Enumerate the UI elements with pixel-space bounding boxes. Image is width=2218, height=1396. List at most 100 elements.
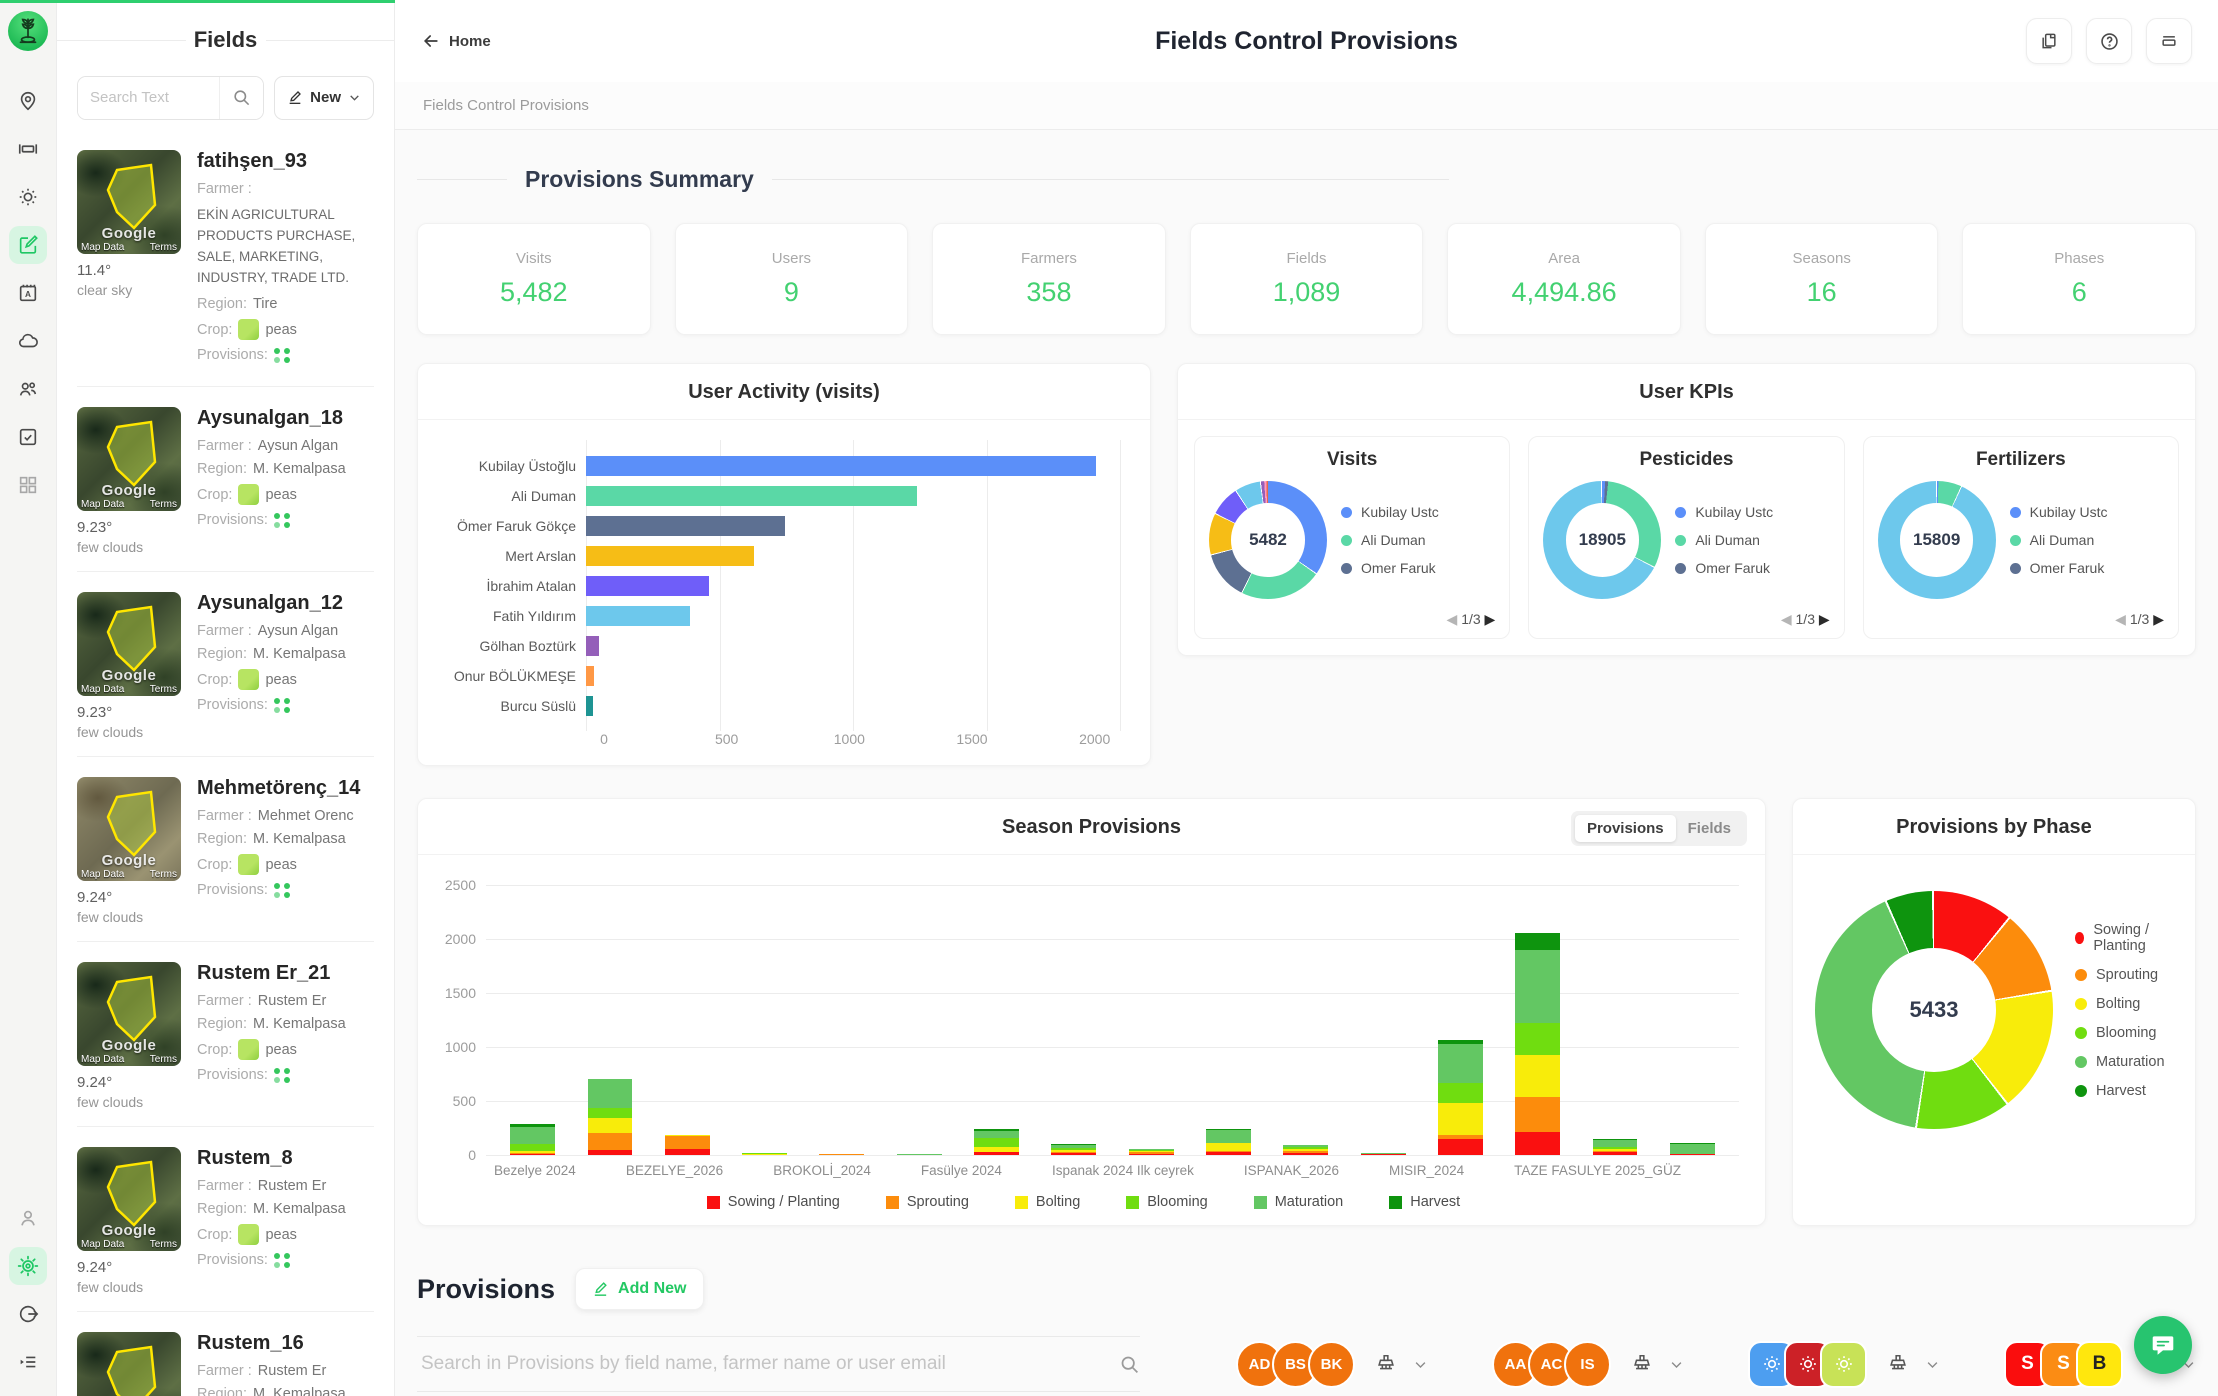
gear-icon bbox=[17, 1255, 39, 1277]
add-new-button[interactable]: Add New bbox=[575, 1268, 703, 1310]
legend-dot bbox=[1675, 563, 1686, 574]
clear-filter-button[interactable] bbox=[1631, 1353, 1653, 1375]
rail-button-provisions[interactable] bbox=[9, 226, 47, 264]
activity-bar-label: Onur BÖLÜKMEŞE bbox=[436, 668, 586, 684]
field-card[interactable]: GoogleMap DataTerms9.24°few cloudsRustem… bbox=[77, 942, 374, 1127]
field-farmer-row: Farmer :Aysun Algan bbox=[197, 438, 374, 454]
field-provisions-row: Provisions: bbox=[197, 512, 374, 528]
filter-chevron-button[interactable] bbox=[1413, 1357, 1428, 1372]
map-terms-link[interactable]: Terms bbox=[150, 1239, 177, 1250]
filter-chevron-button[interactable] bbox=[1925, 1357, 1940, 1372]
field-info: Rustem_8Farmer :Rustem ErRegion:M. Kemal… bbox=[197, 1147, 374, 1295]
pager-next-icon[interactable]: ▶ bbox=[2153, 611, 2164, 627]
field-farmer-row: Farmer : bbox=[197, 181, 374, 197]
fields-search-button[interactable] bbox=[219, 77, 263, 119]
map-watermark: Google bbox=[77, 1037, 181, 1054]
field-card[interactable]: GoogleMap DataTerms9.24°few cloudsMehmet… bbox=[77, 757, 374, 942]
clear-filter-button[interactable] bbox=[1375, 1353, 1397, 1375]
map-terms-link[interactable]: Terms bbox=[150, 869, 177, 880]
season-bar-segment bbox=[897, 1154, 942, 1155]
legend-item: Kubilay Ustc bbox=[1675, 504, 1829, 520]
rail-button-apps[interactable] bbox=[9, 466, 47, 504]
legend-dot bbox=[2010, 507, 2021, 518]
season-bars bbox=[486, 885, 1739, 1155]
rail-button-panorama[interactable] bbox=[9, 130, 47, 168]
layout-toggle-button[interactable] bbox=[2146, 18, 2192, 64]
pager-next-icon[interactable]: ▶ bbox=[1819, 611, 1830, 627]
field-map-thumbnail: GoogleMap DataTerms bbox=[77, 407, 181, 511]
toggle-provisions[interactable]: Provisions bbox=[1575, 815, 1676, 842]
legend-item: Kubilay Ustc bbox=[1341, 504, 1495, 520]
new-field-button[interactable]: New bbox=[274, 76, 374, 120]
provisions-dots-icon bbox=[274, 513, 291, 528]
field-provisions-row: Provisions: bbox=[197, 697, 374, 713]
filter-avatar[interactable]: B bbox=[2076, 1341, 2123, 1388]
rail-button-collapse[interactable] bbox=[9, 1343, 47, 1381]
rail-button-profile[interactable] bbox=[9, 1199, 47, 1237]
kpi-pagination: ◀ 1/3 ▶ bbox=[1209, 611, 1495, 628]
rail-button-cloud[interactable] bbox=[9, 322, 47, 360]
rail-button-team[interactable] bbox=[9, 370, 47, 408]
season-bar-column bbox=[1267, 885, 1344, 1155]
fields-search-input[interactable] bbox=[78, 77, 219, 119]
pager-next-icon[interactable]: ▶ bbox=[1485, 611, 1496, 627]
help-icon bbox=[2099, 31, 2120, 52]
rail-button-settings[interactable] bbox=[9, 1247, 47, 1285]
season-bar-segment bbox=[1361, 1154, 1406, 1155]
pager-prev-icon[interactable]: ◀ bbox=[1447, 611, 1458, 627]
filter-chevron-button[interactable] bbox=[1669, 1357, 1684, 1372]
map-attribution: Map DataTerms bbox=[81, 242, 177, 253]
filter-avatar-sun[interactable] bbox=[1820, 1341, 1867, 1388]
crop-label: Crop: bbox=[197, 1042, 232, 1058]
pager-prev-icon[interactable]: ◀ bbox=[2115, 611, 2126, 627]
pager-prev-icon[interactable]: ◀ bbox=[1781, 611, 1792, 627]
rail-button-tasks[interactable] bbox=[9, 418, 47, 456]
help-button[interactable] bbox=[2086, 18, 2132, 64]
legend-label: Sowing / Planting bbox=[728, 1194, 840, 1210]
rail-button-location[interactable] bbox=[9, 82, 47, 120]
region-value: Tire bbox=[253, 296, 277, 312]
legend-label: Omer Faruk bbox=[1361, 560, 1436, 576]
sun-icon bbox=[17, 186, 39, 208]
clear-filter-button[interactable] bbox=[1887, 1353, 1909, 1375]
breadcrumb[interactable]: Fields Control Provisions bbox=[395, 82, 2218, 130]
season-bar-segment bbox=[1515, 950, 1560, 1023]
filter-avatar[interactable]: IS bbox=[1564, 1341, 1611, 1388]
cloud-icon bbox=[17, 330, 39, 352]
map-terms-link[interactable]: Terms bbox=[150, 684, 177, 695]
field-card[interactable]: GoogleMap DataTerms9.24°few cloudsRustem… bbox=[77, 1312, 374, 1396]
stat-label: Visits bbox=[516, 250, 552, 267]
legend-item: Blooming bbox=[1126, 1194, 1207, 1210]
map-terms-link[interactable]: Terms bbox=[150, 1054, 177, 1065]
toggle-fields[interactable]: Fields bbox=[1676, 815, 1743, 842]
field-card[interactable]: GoogleMap DataTerms9.23°few cloudsAysuna… bbox=[77, 572, 374, 757]
clear-filter-icon bbox=[1375, 1353, 1397, 1375]
rail-button-logout[interactable] bbox=[9, 1295, 47, 1333]
farmer-label: Farmer : bbox=[197, 1178, 252, 1194]
field-card[interactable]: GoogleMap DataTerms9.23°few cloudsAysuna… bbox=[77, 387, 374, 572]
back-home-button[interactable]: Home bbox=[421, 31, 491, 51]
provisions-search-input[interactable] bbox=[417, 1353, 1119, 1375]
field-card[interactable]: GoogleMap DataTerms9.24°few cloudsRustem… bbox=[77, 1127, 374, 1312]
season-bar-segment bbox=[510, 1154, 555, 1155]
provisions-label: Provisions: bbox=[197, 347, 268, 363]
rail-button-calendar[interactable]: A bbox=[9, 274, 47, 312]
filter-avatar[interactable]: BK bbox=[1308, 1341, 1355, 1388]
activity-bar-track bbox=[586, 696, 1120, 716]
breadcrumb-item: Fields Control Provisions bbox=[423, 97, 589, 114]
map-terms-link[interactable]: Terms bbox=[150, 499, 177, 510]
field-card[interactable]: GoogleMap DataTerms11.4°clear skyfatihşe… bbox=[77, 130, 374, 388]
x-tick-label: 500 bbox=[715, 731, 738, 747]
field-card-list[interactable]: GoogleMap DataTerms11.4°clear skyfatihşe… bbox=[77, 130, 374, 1396]
copy-button[interactable] bbox=[2026, 18, 2072, 64]
activity-bar-row: Kubilay Üstoğlu bbox=[436, 455, 1120, 476]
activity-bar-track bbox=[586, 576, 1120, 596]
field-map-thumbnail: GoogleMap DataTerms bbox=[77, 777, 181, 881]
rail-button-weather[interactable] bbox=[9, 178, 47, 216]
kpi-card: Pesticides18905Kubilay UstcAli DumanOmer… bbox=[1528, 436, 1844, 639]
chat-launcher-button[interactable] bbox=[2134, 1316, 2192, 1374]
map-terms-link[interactable]: Terms bbox=[150, 242, 177, 253]
season-provisions-panel: Season Provisions Provisions Fields 0500… bbox=[417, 798, 1766, 1226]
activity-bar-row: Ömer Faruk Gökçe bbox=[436, 515, 1120, 536]
farmer-label: Farmer : bbox=[197, 181, 252, 197]
